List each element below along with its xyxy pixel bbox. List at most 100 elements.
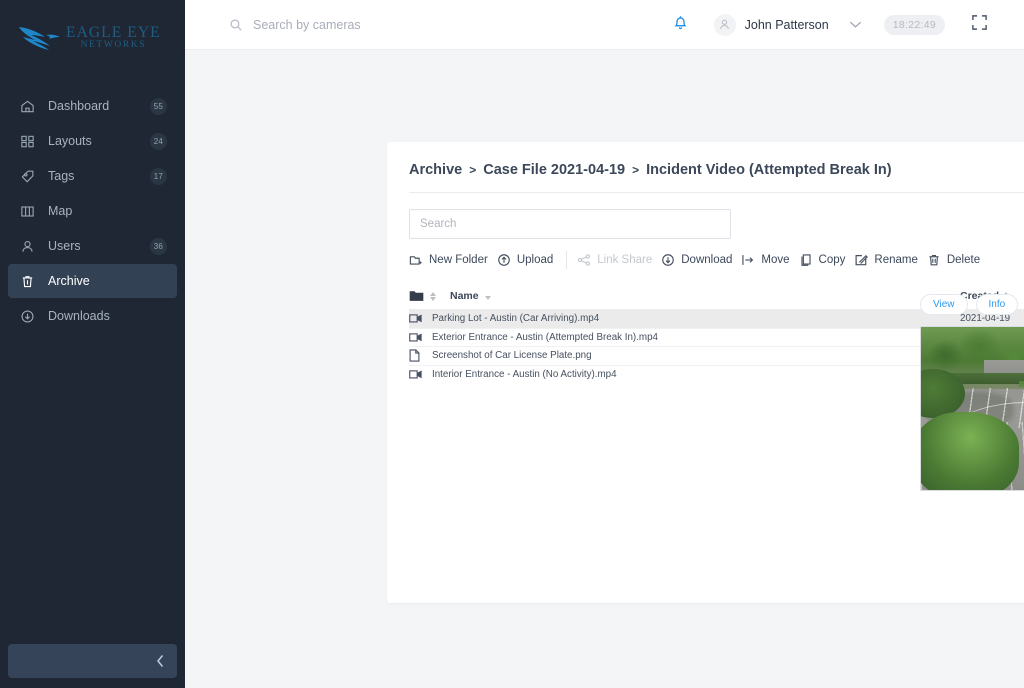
- sidebar-item-users[interactable]: Users 36: [8, 229, 177, 263]
- file-name-cell: Exterior Entrance - Austin (Attempted Br…: [409, 332, 960, 343]
- topbar: Search by cameras John Patterson 18:22:4…: [185, 0, 1024, 50]
- download-circle-icon: [18, 307, 36, 325]
- sidebar-badge: 24: [149, 132, 167, 150]
- sidebar-collapse-button[interactable]: [8, 644, 177, 678]
- main-area: Search by cameras John Patterson 18:22:4…: [185, 0, 1024, 688]
- download-button[interactable]: Download: [661, 249, 741, 271]
- search-icon: [229, 18, 243, 32]
- sidebar: EAGLE EYE NETWORKS Dashboard 55 Layouts …: [0, 0, 185, 688]
- camera-search-placeholder: Search by cameras: [253, 17, 361, 32]
- move-icon: [741, 253, 755, 267]
- column-header-name-label: Name: [450, 290, 479, 302]
- file-name-cell: Parking Lot - Austin (Car Arriving).mp4: [409, 313, 960, 324]
- file-name-cell: Interior Entrance - Austin (No Activity)…: [409, 369, 960, 380]
- upload-icon: [497, 253, 511, 267]
- brand-line-1: EAGLE EYE: [66, 23, 161, 41]
- file-name: Exterior Entrance - Austin (Attempted Br…: [432, 331, 658, 343]
- image-file-icon: [409, 349, 432, 362]
- sidebar-item-layouts[interactable]: Layouts 24: [8, 124, 177, 158]
- tag-icon: [18, 167, 36, 185]
- search-input-placeholder: Search: [420, 218, 457, 230]
- user-name: John Patterson: [744, 17, 829, 32]
- video-file-icon: [409, 313, 432, 324]
- home-icon: [18, 97, 36, 115]
- toolbar-label: Copy: [818, 254, 846, 266]
- download-icon: [661, 253, 675, 267]
- sidebar-item-archive[interactable]: Archive: [8, 264, 177, 298]
- rename-button[interactable]: Rename: [854, 249, 926, 271]
- breadcrumb-separator: >: [632, 163, 640, 177]
- delete-button[interactable]: Delete: [927, 249, 989, 271]
- chevron-down-icon[interactable]: [849, 20, 862, 29]
- preview-panel: View Info Share: [920, 294, 1024, 491]
- sidebar-item-dashboard[interactable]: Dashboard 55: [8, 89, 177, 123]
- view-button[interactable]: View: [920, 294, 968, 315]
- copy-button[interactable]: Copy: [799, 249, 855, 271]
- user-avatar-icon: [713, 13, 736, 36]
- toolbar-label: Delete: [946, 254, 981, 266]
- sidebar-badge: 17: [149, 167, 167, 185]
- brand-logo[interactable]: EAGLE EYE NETWORKS: [0, 0, 185, 75]
- video-file-icon: [409, 369, 432, 380]
- sidebar-item-label: Archive: [48, 274, 90, 288]
- breadcrumb-item-case-file[interactable]: Case File 2021-04-19: [483, 162, 625, 178]
- chevron-down-icon: [484, 295, 491, 300]
- foreground-bush: [921, 411, 1019, 490]
- fullscreen-icon: [971, 14, 988, 36]
- folder-icon: [409, 290, 426, 302]
- toolbar-label: New Folder: [429, 254, 488, 266]
- map-icon: [18, 202, 36, 220]
- video-file-icon: [409, 332, 432, 343]
- breadcrumb-separator: >: [469, 163, 477, 177]
- sidebar-item-map[interactable]: Map: [8, 194, 177, 228]
- app-window: EAGLE EYE NETWORKS Dashboard 55 Layouts …: [0, 0, 1024, 688]
- toolbar-label: Link Share: [597, 254, 653, 266]
- sidebar-item-label: Map: [48, 204, 73, 218]
- preview-thumbnail[interactable]: [920, 326, 1024, 491]
- bell-icon: [672, 14, 689, 36]
- sidebar-badge: 55: [149, 97, 167, 115]
- column-header-name[interactable]: Name: [409, 290, 960, 302]
- breadcrumb: Archive > Case File 2021-04-19 > Inciden…: [387, 142, 1024, 178]
- file-name-cell: Screenshot of Car License Plate.png: [409, 349, 960, 362]
- sidebar-item-label: Users: [48, 239, 81, 253]
- breadcrumb-item-archive[interactable]: Archive: [409, 162, 462, 178]
- sidebar-item-label: Tags: [48, 169, 75, 183]
- brand-line-2: NETWORKS: [80, 40, 147, 50]
- user-menu[interactable]: John Patterson: [713, 13, 829, 36]
- fullscreen-button[interactable]: [971, 14, 988, 36]
- toolbar-label: Upload: [516, 254, 554, 266]
- rename-icon: [854, 253, 869, 267]
- toolbar-label: Rename: [874, 254, 918, 266]
- sort-folder-control[interactable]: [430, 291, 436, 301]
- toolbar-label: Move: [761, 254, 790, 266]
- link-share-button[interactable]: Link Share: [577, 249, 661, 271]
- toolbar-label: Download: [681, 254, 733, 266]
- file-name: Interior Entrance - Austin (No Activity)…: [432, 369, 617, 381]
- topbar-actions: John Patterson 18:22:49: [666, 10, 988, 40]
- chevron-left-icon: [156, 654, 165, 668]
- eagle-wing-logo-icon: [18, 23, 64, 53]
- sidebar-item-downloads[interactable]: Downloads: [8, 299, 177, 333]
- copy-icon: [799, 253, 813, 267]
- search-input[interactable]: Search: [409, 209, 731, 239]
- sidebar-item-label: Layouts: [48, 134, 92, 148]
- new-folder-button[interactable]: New Folder: [409, 249, 497, 271]
- file-name: Screenshot of Car License Plate.png: [432, 350, 592, 362]
- move-button[interactable]: Move: [741, 249, 798, 271]
- link-share-icon: [577, 253, 591, 267]
- camera-search[interactable]: Search by cameras: [229, 18, 666, 32]
- clock-display: 18:22:49: [883, 14, 945, 35]
- content-area: Archive > Case File 2021-04-19 > Inciden…: [185, 50, 1024, 688]
- upload-button[interactable]: Upload: [497, 249, 562, 271]
- preview-actions: View Info Share: [920, 294, 1024, 315]
- delete-icon: [927, 253, 941, 267]
- file-toolbar: New Folder Upload Link Share Download Mo…: [387, 239, 1024, 271]
- sidebar-item-label: Dashboard: [48, 99, 110, 113]
- sidebar-item-tags[interactable]: Tags 17: [8, 159, 177, 193]
- new-folder-icon: [409, 253, 423, 267]
- notifications-button[interactable]: [666, 10, 696, 40]
- sidebar-nav: Dashboard 55 Layouts 24 Tags 17 Map User…: [0, 89, 185, 334]
- toolbar-divider: [566, 251, 568, 269]
- info-button[interactable]: Info: [975, 294, 1019, 315]
